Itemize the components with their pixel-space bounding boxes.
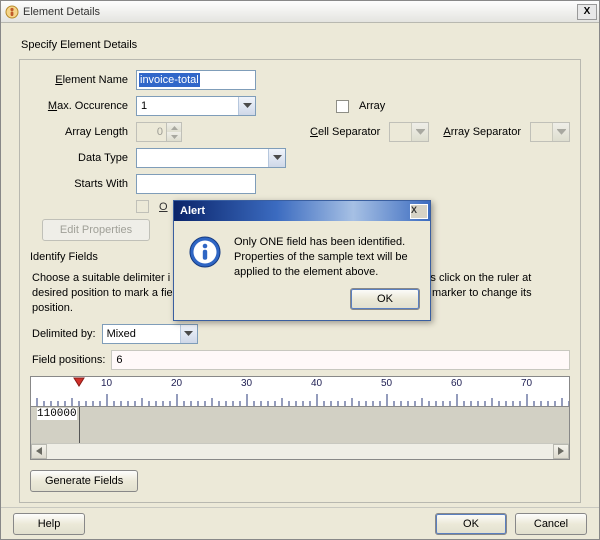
element-name-label: Element Name [30,74,130,86]
window-title: Element Details [23,6,577,18]
data-preview: 110000 [31,407,569,459]
alert-ok-button[interactable]: OK [350,288,420,310]
ruler-tick-label: 20 [171,378,182,389]
array-checkbox[interactable] [336,100,349,113]
delimited-by-combo[interactable]: Mixed [102,324,198,344]
ruler-tick-label: 10 [101,378,112,389]
element-name-input[interactable]: invoice-total [136,70,256,90]
alert-titlebar: Alert X [174,201,430,221]
generate-fields-button[interactable]: Generate Fields [30,470,138,492]
chevron-down-icon [268,149,285,167]
max-occurence-label: Max. Occurence [30,100,130,112]
help-button[interactable]: Help [13,513,85,535]
field-positions-label: Field positions: [32,354,105,366]
section-heading: Specify Element Details [21,39,585,51]
delimited-by-value: Mixed [107,328,136,340]
array-separator-label: Array Separator [443,126,521,138]
ruler-tick-label: 70 [521,378,532,389]
cell-separator-combo [389,122,429,142]
array-separator-combo [530,122,570,142]
alert-close-button[interactable]: X [410,204,428,219]
array-checkbox-label: Array [359,100,385,112]
array-length-value: 0 [137,126,166,138]
element-name-value: invoice-total [139,73,200,87]
cell-separator-label: Cell Separator [310,126,380,138]
alert-title: Alert [180,205,410,217]
window-close-button[interactable]: X [577,4,597,20]
ruler-tick-label: 40 [311,378,322,389]
data-sample-text: 110000 [37,408,77,420]
dialog-button-bar: Help OK Cancel [1,507,599,539]
data-type-label: Data Type [30,152,130,164]
starts-with-label: Starts With [30,178,130,190]
edit-properties-button: Edit Properties [42,219,150,241]
ruler[interactable]: 10 20 30 40 50 60 70 [31,377,569,407]
alert-message: Only ONE field has been identified. Prop… [234,235,418,280]
max-occurence-combo[interactable]: 1 [136,96,256,116]
optional-label: O [159,201,168,213]
spinner-down-icon [167,132,181,141]
optional-checkbox [136,200,149,213]
ruler-tick-label: 30 [241,378,252,389]
ruler-tick-label: 50 [381,378,392,389]
chevron-down-icon [238,97,255,115]
alert-dialog: Alert X Only ONE field has been identifi… [173,200,431,321]
spinner-up-icon [167,123,181,132]
chevron-down-icon [180,325,197,343]
info-icon [188,235,222,269]
ruler-marker-icon[interactable] [73,377,85,390]
chevron-down-icon [552,123,569,141]
chevron-down-icon [411,123,428,141]
max-occurence-value: 1 [141,100,147,112]
app-icon [5,5,19,19]
field-positions-input[interactable]: 6 [111,350,570,370]
scroll-track[interactable] [47,444,553,459]
ok-button[interactable]: OK [435,513,507,535]
scroll-left-icon[interactable] [31,444,47,459]
cancel-button[interactable]: Cancel [515,513,587,535]
ruler-tick-label: 60 [451,378,462,389]
ruler-area[interactable]: 10 20 30 40 50 60 70 110000 [30,376,570,460]
array-length-label: Array Length [30,126,130,138]
window-titlebar: Element Details X [1,1,599,23]
horizontal-scrollbar[interactable] [31,443,569,459]
delimited-by-label: Delimited by: [32,328,96,340]
scroll-right-icon[interactable] [553,444,569,459]
field-positions-value: 6 [116,354,122,366]
starts-with-input[interactable] [136,174,256,194]
array-length-spinner: 0 [136,122,182,142]
data-type-combo[interactable] [136,148,286,168]
